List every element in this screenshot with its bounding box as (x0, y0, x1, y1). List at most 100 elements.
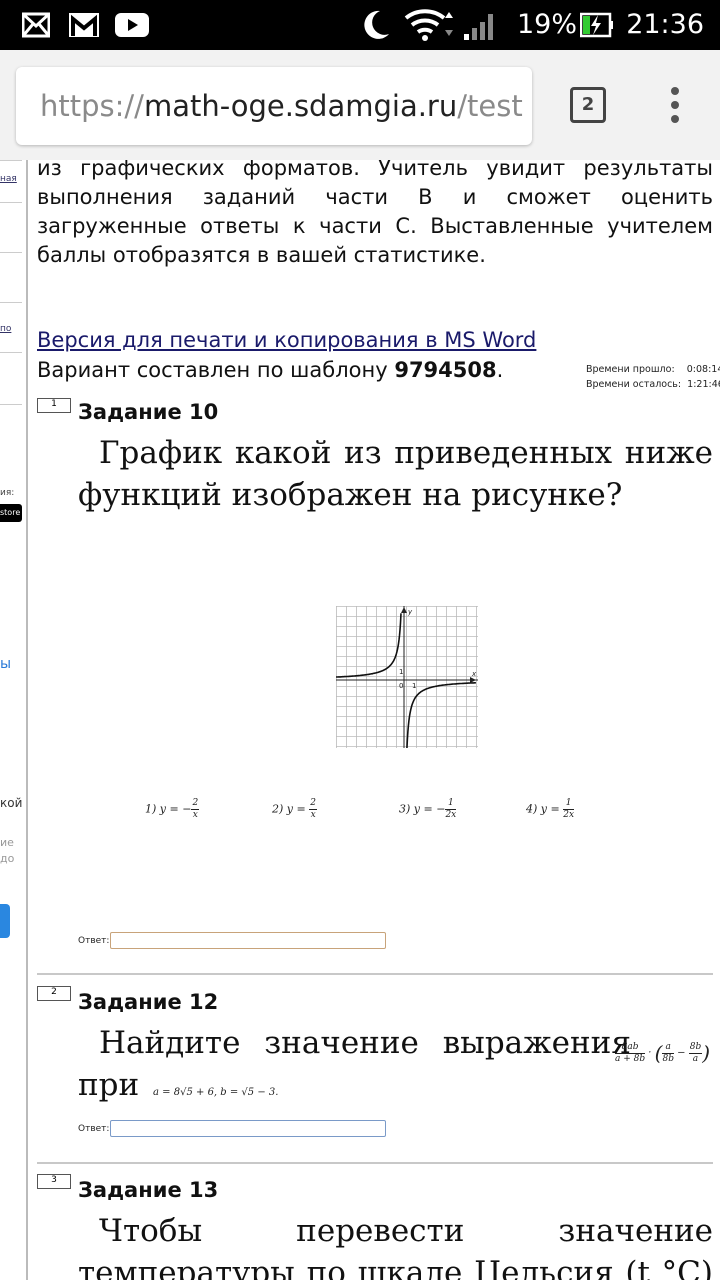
option-4: 4) y = 1 2x (526, 798, 575, 821)
expr-fraction: 8b a (688, 1041, 703, 1065)
sidebar-fragment[interactable]: ы (0, 656, 11, 672)
task-number: 2 (37, 986, 71, 1001)
sidebar-fragment: кой (0, 796, 23, 810)
fraction-denominator: 2x (563, 810, 575, 820)
hyperbola-graph: 0 1 1 x y (336, 606, 478, 748)
option-lhs: y = − (413, 802, 446, 816)
task-title: Задание 13 (78, 1178, 219, 1202)
task-title: Задание 12 (78, 990, 219, 1014)
url-path: /test (457, 89, 523, 123)
sidebar-fragment[interactable]: по (0, 324, 11, 334)
timer-elapsed-value: 0:08:14 (686, 364, 720, 375)
fraction-numerator: a (662, 1042, 674, 1054)
graph-label-origin: 0 (399, 682, 403, 690)
task-number: 3 (37, 1174, 71, 1189)
app-store-badge[interactable]: store (0, 504, 22, 522)
expr-fraction: a 8b (662, 1042, 674, 1065)
task-separator (37, 1162, 713, 1164)
variant-suffix: . (496, 358, 504, 382)
web-page: ная по ия: store ы кой ие до из графичес… (0, 160, 720, 1280)
fraction-denominator: 8b (662, 1053, 674, 1064)
variant-info: Вариант составлен по шаблону 9794508. (37, 358, 503, 382)
fraction-denominator: x (192, 810, 198, 820)
graph-label-x: x (471, 670, 477, 678)
print-version-link[interactable]: Версия для печати и копирования в MS Wor… (37, 328, 536, 352)
task-card: 1 Задание 10 График какой из приведенных… (37, 398, 713, 978)
sidebar-fragment: ие (0, 836, 14, 849)
fraction-denominator: 2x (445, 810, 457, 820)
intro-text: из графических форматов. Учитель увидит … (37, 160, 713, 267)
timer-elapsed-label: Времени прошло: (586, 364, 675, 375)
task-title: Задание 10 (78, 400, 219, 424)
timer-left: Времени осталось: 1:21:46 (586, 379, 720, 390)
graph-label-y: y (407, 608, 413, 616)
expr-fraction: 8ab a + 8b (615, 1042, 646, 1065)
task-question: Чтобы перевести значение температуры по … (78, 1213, 713, 1280)
url-scheme: https:// (40, 89, 144, 123)
overflow-menu-icon[interactable] (660, 85, 690, 125)
option-number: 2) (272, 802, 284, 816)
fraction-numerator: 8b (688, 1041, 703, 1054)
fraction-numerator: 1 (445, 798, 457, 810)
option-3: 3) y = −1 2x (399, 798, 457, 821)
signal-icon (464, 14, 493, 40)
wifi-icon (404, 9, 453, 41)
option-lhs: y = (540, 802, 564, 816)
sidebar-blue-button[interactable] (0, 904, 10, 938)
variant-prefix: Вариант составлен по шаблону (37, 358, 395, 382)
question-part: при (78, 1067, 140, 1103)
task-card: 2 Задание 12 Найдите значение выражения 8… (37, 986, 713, 1156)
sidebar-strip: ная по ия: store ы кой ие до (0, 160, 28, 1280)
task-number: 1 (37, 398, 71, 413)
option-lhs: y = − (159, 802, 192, 816)
fraction-numerator: 8ab (615, 1042, 646, 1054)
fraction-numerator: 2 (191, 798, 200, 810)
fraction-numerator: 1 (563, 798, 575, 810)
question-part: Найдите значение выражения (99, 1025, 631, 1061)
tab-switcher-button[interactable]: 2 (570, 87, 606, 123)
url-bar[interactable]: https://math-oge.sdamgia.ru/test (16, 67, 532, 145)
sidebar-fragment: ия: (0, 488, 15, 498)
condition: a = 8√5 + 6, b = √5 − 3. (153, 1087, 279, 1098)
timer-left-label: Времени осталось: (586, 379, 682, 390)
option-fraction: 2x (309, 798, 317, 821)
option-fraction: 1 2x (563, 798, 575, 821)
mail-icon (22, 12, 50, 38)
gmail-icon (69, 13, 99, 37)
sidebar-fragment[interactable]: ная (0, 174, 17, 184)
moon-icon (364, 10, 389, 39)
app-store-label: store (0, 508, 21, 517)
variant-number: 9794508 (394, 358, 497, 382)
status-bar: 19% 21:36 (0, 0, 720, 50)
task-question: График какой из приведенных ниже функций… (78, 435, 713, 513)
task-question: Найдите значение выражения 8ab a + 8b · (a… (78, 1022, 713, 1114)
fraction-denominator: a + 8b (615, 1053, 646, 1064)
graph-label-one-y: 1 (399, 668, 403, 676)
answer-input[interactable] (110, 932, 386, 949)
youtube-icon (115, 13, 149, 37)
browser-toolbar: https://math-oge.sdamgia.ru/test 2 (0, 50, 720, 160)
option-number: 3) (399, 802, 411, 816)
clock: 21:36 (626, 9, 704, 40)
option-lhs: y = (286, 802, 310, 816)
option-number: 1) (145, 802, 157, 816)
option-fraction: 1 2x (445, 798, 457, 821)
task-separator (37, 973, 713, 975)
answer-label: Ответ: (78, 936, 110, 946)
battery-icon (580, 12, 613, 38)
expression: 8ab a + 8b · (a 8b − 8b a) (615, 1041, 711, 1065)
option-1: 1) y = −2 x (145, 798, 200, 821)
option-number: 4) (526, 802, 538, 816)
timer-left-value: 1:21:46 (687, 379, 720, 390)
answer-input[interactable] (110, 1120, 386, 1137)
answer-label: Ответ: (78, 1124, 110, 1134)
graph-label-one-x: 1 (412, 682, 416, 690)
url-text[interactable]: https://math-oge.sdamgia.ru/test (40, 67, 523, 145)
option-2: 2) y = 2x (272, 798, 317, 821)
sidebar-fragment: до (0, 852, 15, 865)
timer-elapsed: Времени прошло: 0:08:14 (586, 364, 720, 375)
fraction-numerator: 2 (309, 798, 317, 810)
fraction-denominator: a (692, 1053, 699, 1064)
url-host: math-oge.sdamgia.ru (143, 89, 458, 123)
option-fraction: 2x (191, 798, 200, 821)
